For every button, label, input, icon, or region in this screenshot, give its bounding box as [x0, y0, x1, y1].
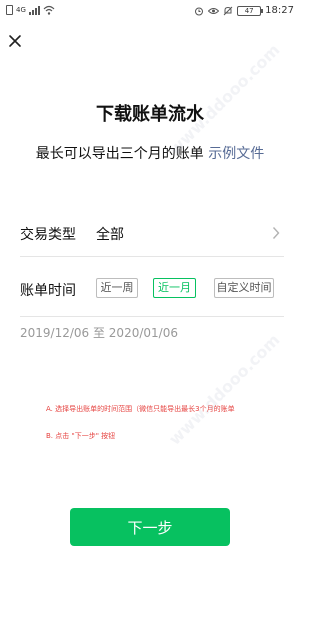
wifi-icon — [43, 5, 55, 15]
status-left: 4G — [6, 5, 55, 15]
transaction-type-label: 交易类型 — [20, 227, 76, 243]
sim-icon — [6, 5, 13, 15]
network-label: 4G — [16, 6, 26, 14]
period-last-week-button[interactable]: 近一周 — [96, 278, 138, 298]
eye-icon — [208, 7, 220, 14]
close-icon[interactable] — [6, 32, 24, 50]
watermark: www.ddooo.com — [165, 330, 284, 449]
instruction-note-b: B. 点击 "下一步" 按钮 — [46, 432, 116, 440]
bill-time-row: 账单时间 近一周 近一月 自定义时间 — [20, 264, 284, 317]
transaction-type-value: 全部 — [96, 227, 124, 243]
bill-time-label: 账单时间 — [20, 283, 76, 299]
subtitle-text: 最长可以导出三个月的账单 — [35, 146, 204, 162]
status-bar: 4G 47 18:27 — [0, 0, 300, 22]
status-time: 18:27 — [265, 5, 294, 16]
mute-icon — [223, 6, 233, 15]
transaction-type-row[interactable]: 交易类型 全部 — [20, 212, 284, 257]
instruction-note-a: A. 选择导出账单的时间范围（微信只能导出最长3个月的账单 — [46, 405, 235, 413]
sample-file-link[interactable]: 示例文件 — [208, 146, 264, 162]
period-custom-button[interactable]: 自定义时间 — [214, 278, 274, 298]
chevron-right-icon — [272, 227, 280, 239]
subtitle: 最长可以导出三个月的账单 示例文件 — [0, 143, 300, 163]
page-title: 下载账单流水 — [96, 104, 204, 125]
battery-icon: 47 — [237, 5, 264, 16]
status-right: 47 18:27 — [194, 5, 294, 16]
signal-icon — [28, 5, 40, 15]
date-range: 2019/12/06 至 2020/01/06 — [20, 326, 178, 340]
alarm-icon — [195, 7, 204, 15]
period-last-month-button[interactable]: 近一月 — [153, 278, 196, 298]
next-step-button[interactable]: 下一步 — [70, 508, 230, 546]
